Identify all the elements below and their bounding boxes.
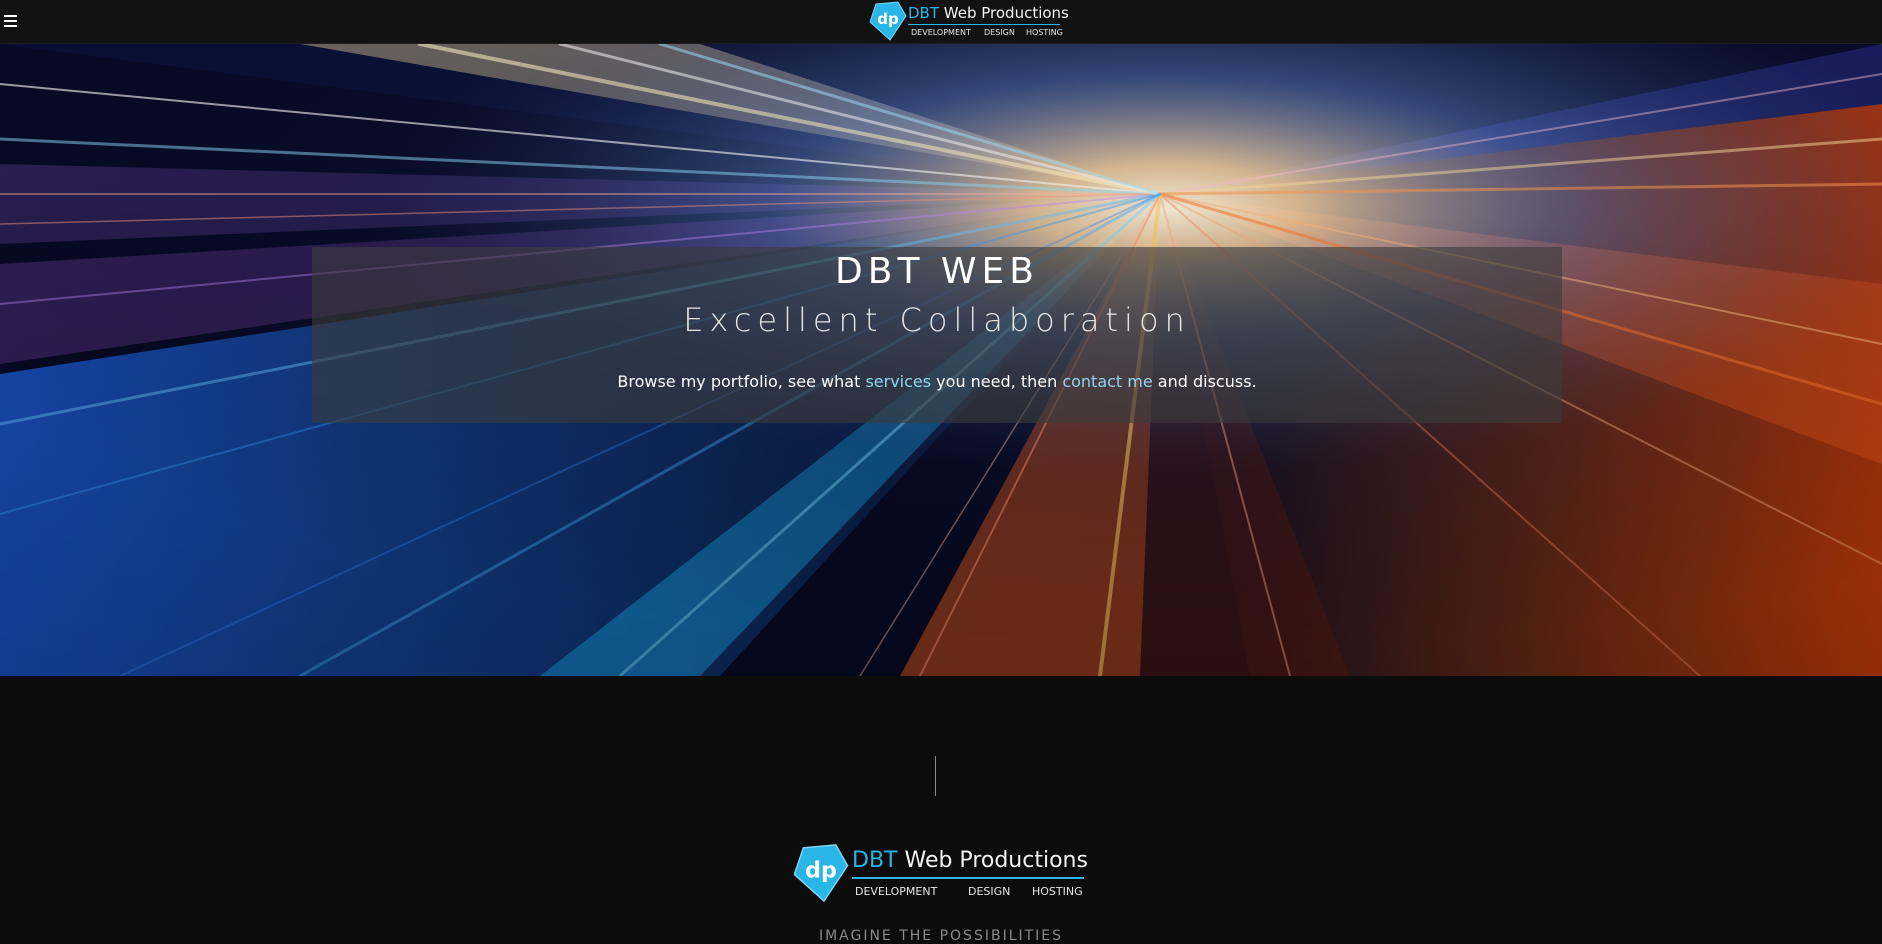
tagline: IMAGINE THE POSSIBILITIES — [818, 928, 1064, 944]
brand-underline — [908, 24, 1060, 25]
hero-lead-text: Browse my portfolio, see what services y… — [312, 371, 1562, 393]
top-navigation-bar: dp DBT Web Productions DEVELOPMENT DESIG… — [0, 0, 1882, 44]
hero-title: DBT WEB — [835, 251, 1039, 292]
brand-services: DEVELOPMENT DESIGN HOSTING — [908, 28, 1069, 37]
services-link[interactable]: services — [865, 372, 931, 391]
contact-me-link[interactable]: contact me — [1062, 372, 1152, 391]
hero-lead-part-2: you need, then — [931, 372, 1063, 391]
service-design: DESIGN — [984, 28, 1015, 37]
service-development: DEVELOPMENT — [855, 884, 938, 898]
badge-letters: dp — [877, 10, 899, 28]
service-hosting: HOSTING — [1026, 28, 1063, 37]
hero-section: DBT WEB Excellent Collaboration Browse m… — [0, 44, 1882, 676]
service-hosting: HOSTING — [1032, 884, 1083, 898]
dp-badge-icon: dp — [869, 1, 907, 41]
hero-subtitle: Excellent Collaboration — [683, 301, 1191, 339]
badge-letters: dp — [805, 857, 837, 883]
brand-rest: Web Productions — [939, 4, 1069, 22]
dp-badge-icon: dp — [793, 844, 849, 903]
hero-lead-part-1: Browse my portfolio, see what — [617, 372, 866, 391]
header-logo[interactable]: dp DBT Web Productions DEVELOPMENT DESIG… — [868, 0, 1069, 42]
brand-underline — [852, 877, 1084, 879]
brand-rest: Web Productions — [897, 848, 1088, 873]
brand-accent: DBT — [852, 848, 898, 873]
hamburger-menu-icon[interactable] — [4, 12, 22, 30]
service-design: DESIGN — [968, 884, 1011, 898]
hero-lead-part-3: and discuss. — [1152, 372, 1257, 391]
brand-name: DBT Web Productions — [908, 4, 1069, 22]
hero-caption-panel: DBT WEB Excellent Collaboration Browse m… — [312, 247, 1562, 423]
brand-accent: DBT — [908, 4, 940, 22]
section-divider-line — [935, 756, 936, 796]
brand-name: DBT Web Productions — [852, 848, 1088, 874]
brand-services: DEVELOPMENT DESIGN HOSTING — [852, 885, 1088, 898]
footer-logo: dp DBT Web Productions DEVELOPMENT DESIG… — [790, 842, 1088, 904]
service-development: DEVELOPMENT — [911, 28, 971, 37]
